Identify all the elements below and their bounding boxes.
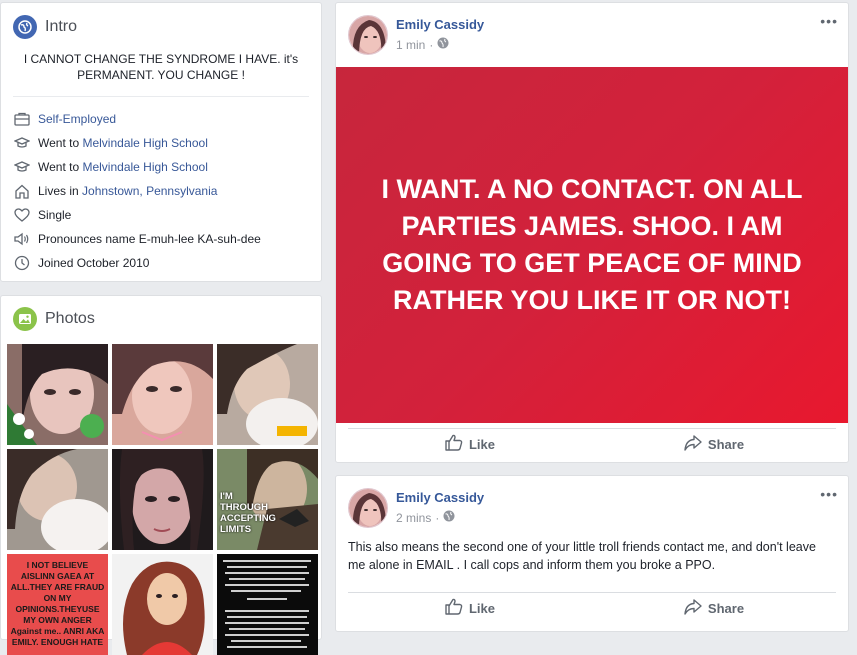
photo-thumbnail[interactable] xyxy=(7,449,108,550)
graduation-cap-icon xyxy=(13,158,31,176)
post-actions: Like Share xyxy=(348,592,836,623)
school-link-1[interactable]: Melvindale High School xyxy=(82,136,207,150)
city-link[interactable]: Johnstown, Pennsylvania xyxy=(82,184,217,198)
photos-card: Photos I'M THROUGH ACCEPTING LIMITS I NO… xyxy=(0,295,322,655)
intro-title: Intro xyxy=(45,18,78,35)
relationship-text: Single xyxy=(38,208,72,222)
like-label: Like xyxy=(468,600,495,616)
photo-thumbnail[interactable] xyxy=(112,554,213,655)
briefcase-icon xyxy=(13,110,31,128)
post-actions: Like Share xyxy=(348,428,836,459)
joined-text: Joined October 2010 xyxy=(38,256,150,270)
more-options-button[interactable]: ••• xyxy=(820,486,838,502)
graduation-cap-icon xyxy=(13,134,31,152)
avatar[interactable] xyxy=(348,488,388,528)
photos-title: Photos xyxy=(45,310,95,327)
heart-icon xyxy=(13,206,31,224)
post-timestamp[interactable]: 2 mins · xyxy=(396,510,455,525)
like-button[interactable]: Like xyxy=(348,429,592,459)
clock-icon xyxy=(13,254,31,272)
photo-thumbnail[interactable] xyxy=(7,344,108,445)
intro-work: Self-Employed xyxy=(13,110,116,128)
intro-bio: I CANNOT CHANGE THE SYNDROME I HAVE. it'… xyxy=(23,52,299,82)
share-label: Share xyxy=(707,600,745,616)
intro-joined: Joined October 2010 xyxy=(13,254,149,272)
intro-education-1: Went to Melvindale High School xyxy=(13,134,208,152)
photo-icon xyxy=(13,307,37,331)
intro-header: Intro xyxy=(13,15,77,39)
thumbs-up-icon xyxy=(445,434,463,454)
share-icon xyxy=(684,598,702,618)
intro-education-2: Went to Melvindale High School xyxy=(13,158,208,176)
photo-overlay-text: I NOT BELIEVE AISLINN GAEA AT ALL.THEY A… xyxy=(10,560,105,647)
lives-prefix: Lives in xyxy=(38,184,83,198)
photo-overlay-text: I'M THROUGH ACCEPTING LIMITS xyxy=(220,491,276,535)
photo-thumbnail[interactable] xyxy=(112,344,213,445)
photo-thumbnail[interactable]: I'M THROUGH ACCEPTING LIMITS xyxy=(217,449,318,550)
intro-lives: Lives in Johnstown, Pennsylvania xyxy=(13,182,217,200)
post-author[interactable]: Emily Cassidy xyxy=(396,17,484,32)
post-card: Emily Cassidy 2 mins · ••• This also mea… xyxy=(335,475,849,632)
globe-icon xyxy=(437,37,449,52)
post-time[interactable]: 1 min xyxy=(396,38,425,52)
photo-thumbnail[interactable] xyxy=(217,344,318,445)
share-button[interactable]: Share xyxy=(592,429,836,459)
photo-thumbnail[interactable] xyxy=(112,449,213,550)
intro-card: Intro I CANNOT CHANGE THE SYNDROME I HAV… xyxy=(0,2,322,282)
like-button[interactable]: Like xyxy=(348,593,592,623)
share-label: Share xyxy=(707,436,745,452)
edu2-prefix: Went to xyxy=(38,160,83,174)
photos-header: Photos xyxy=(13,307,95,331)
work-link[interactable]: Self-Employed xyxy=(38,112,116,126)
pronunciation-text: Pronounces name E-muh-lee KA-suh-dee xyxy=(38,232,261,246)
post-text: This also means the second one of your l… xyxy=(348,540,816,572)
intro-relationship: Single xyxy=(13,206,71,224)
speaker-icon xyxy=(13,230,31,248)
edu1-prefix: Went to xyxy=(38,136,83,150)
globe-icon xyxy=(13,15,37,39)
globe-icon xyxy=(443,510,455,525)
share-icon xyxy=(684,434,702,454)
intro-pronunciation: Pronounces name E-muh-lee KA-suh-dee xyxy=(13,230,261,248)
thumbs-up-icon xyxy=(445,598,463,618)
school-link-2[interactable]: Melvindale High School xyxy=(82,160,207,174)
post-card: Emily Cassidy 1 min · ••• I WANT. A NO C… xyxy=(335,2,849,463)
post-banner: I WANT. A NO CONTACT. ON ALL PARTIES JAM… xyxy=(336,67,848,423)
post-time[interactable]: 2 mins xyxy=(396,511,431,525)
banner-text: I WANT. A NO CONTACT. ON ALL PARTIES JAM… xyxy=(381,174,803,315)
home-icon xyxy=(13,182,31,200)
like-label: Like xyxy=(468,436,495,452)
post-timestamp[interactable]: 1 min · xyxy=(396,37,449,52)
avatar[interactable] xyxy=(348,15,388,55)
divider xyxy=(13,96,309,97)
more-options-button[interactable]: ••• xyxy=(820,13,838,29)
photo-thumbnail[interactable]: I NOT BELIEVE AISLINN GAEA AT ALL.THEY A… xyxy=(7,554,108,655)
photo-thumbnail[interactable] xyxy=(217,554,318,655)
post-author[interactable]: Emily Cassidy xyxy=(396,490,484,505)
share-button[interactable]: Share xyxy=(592,593,836,623)
